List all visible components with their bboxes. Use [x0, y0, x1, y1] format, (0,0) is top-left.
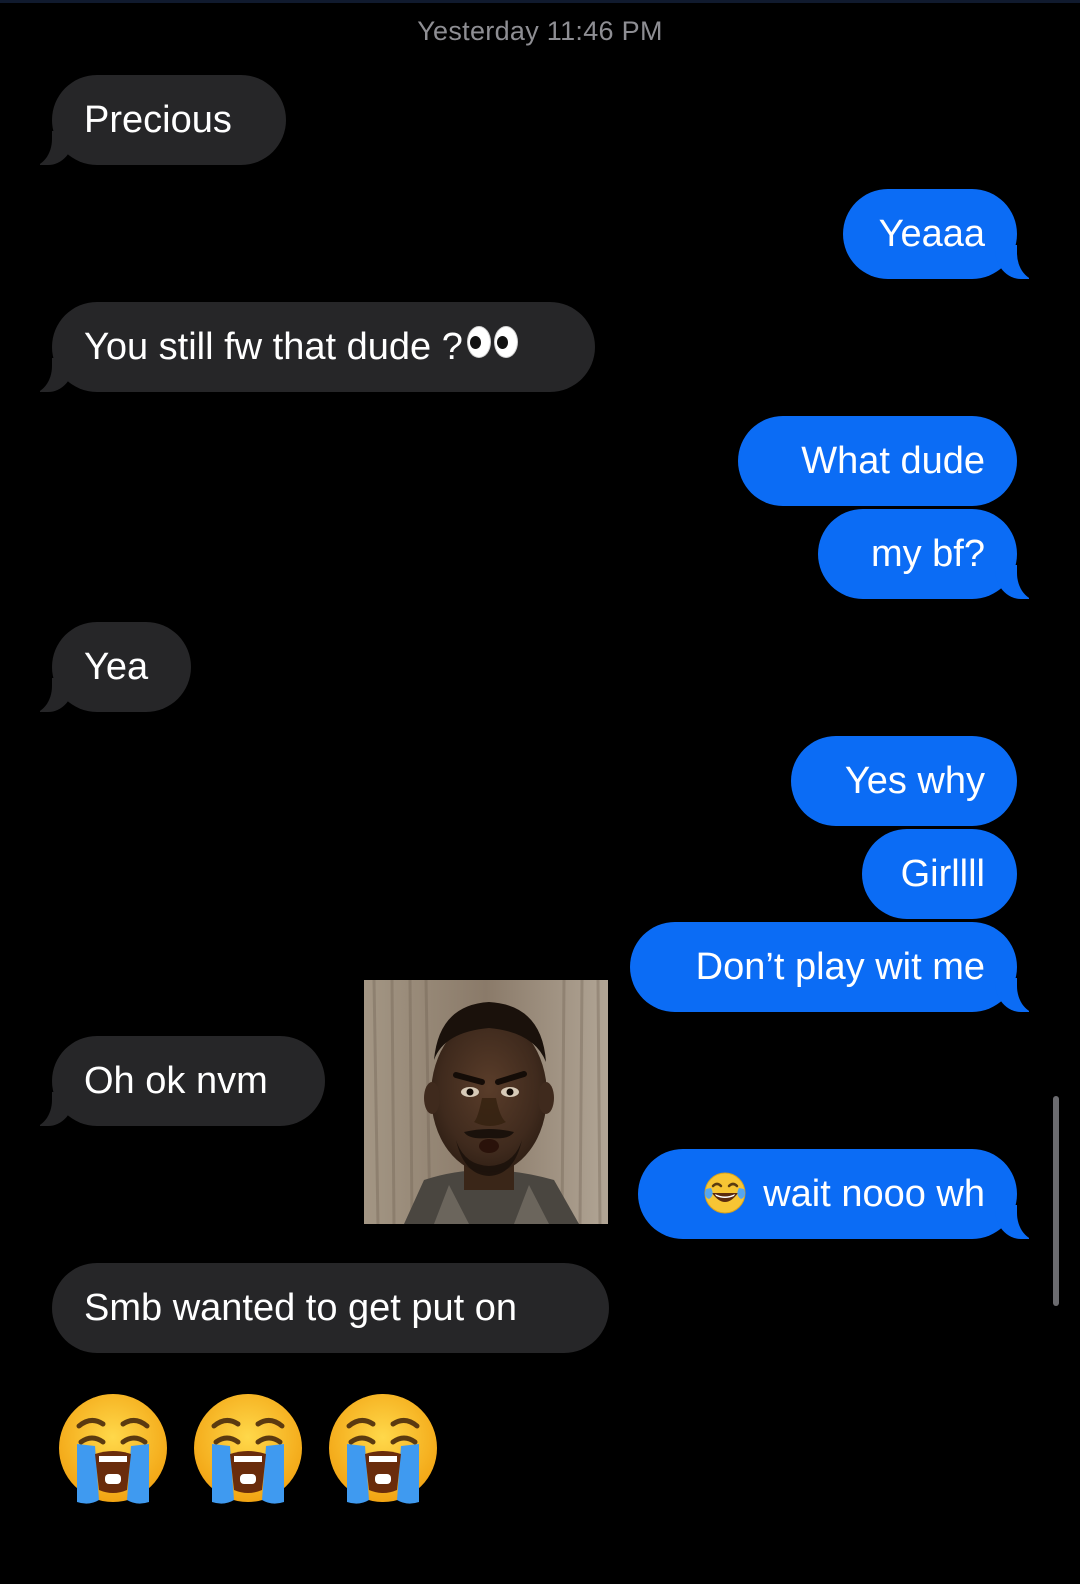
loudly-crying-face-emoji — [59, 1394, 167, 1504]
gif-illustration — [364, 980, 608, 1224]
message-bubble-incoming[interactable]: Precious — [22, 75, 286, 167]
emoji-only-message[interactable] — [55, 1390, 455, 1510]
message-text: my bf? — [870, 533, 985, 575]
message-bubble-outgoing[interactable]: Yeaaa — [843, 189, 1047, 281]
loudly-crying-face-emoji — [194, 1394, 302, 1504]
message-bubble-outgoing[interactable]: wait nooo wh — [638, 1149, 1047, 1241]
message-text: Smb wanted to get put on — [84, 1287, 518, 1329]
message-text: Girllll — [900, 853, 985, 895]
thread-timestamp: Yesterday 11:46 PM — [417, 16, 663, 46]
message-text: Oh ok nvm — [84, 1060, 268, 1102]
message-bubble-outgoing[interactable]: my bf? — [818, 509, 1047, 601]
message-bubble-outgoing[interactable]: Yes why — [791, 736, 1017, 826]
message-text: You still fw that dude ? — [84, 326, 463, 368]
top-edge — [0, 0, 1080, 3]
message-text: Yes why — [844, 760, 985, 802]
message-bubble-incoming[interactable]: You still fw that dude ? — [22, 301, 595, 394]
loudly-crying-face-emoji — [329, 1394, 437, 1504]
message-text: What dude — [801, 440, 985, 482]
message-bubble-incoming[interactable]: Yea — [22, 622, 191, 714]
message-text: Precious — [84, 99, 232, 141]
message-text: Yea — [84, 646, 149, 688]
scrollbar[interactable] — [1053, 1096, 1059, 1306]
message-bubble-outgoing[interactable]: Don’t play wit me — [630, 922, 1047, 1014]
message-text: Yeaaa — [878, 213, 985, 255]
message-bubble-incoming[interactable]: Oh ok nvm — [22, 1036, 325, 1128]
message-text: wait nooo wh — [763, 1173, 985, 1215]
message-bubble-outgoing[interactable]: Girllll — [862, 829, 1017, 919]
face-with-tears-of-joy-emoji — [703, 1172, 764, 1215]
reaction-gif-image[interactable] — [364, 980, 608, 1224]
eyes-emoji — [466, 301, 521, 391]
message-bubble-incoming[interactable]: Smb wanted to get put on — [52, 1263, 609, 1353]
message-bubble-outgoing[interactable]: What dude — [738, 416, 1017, 506]
message-text: Don’t play wit me — [695, 946, 985, 988]
